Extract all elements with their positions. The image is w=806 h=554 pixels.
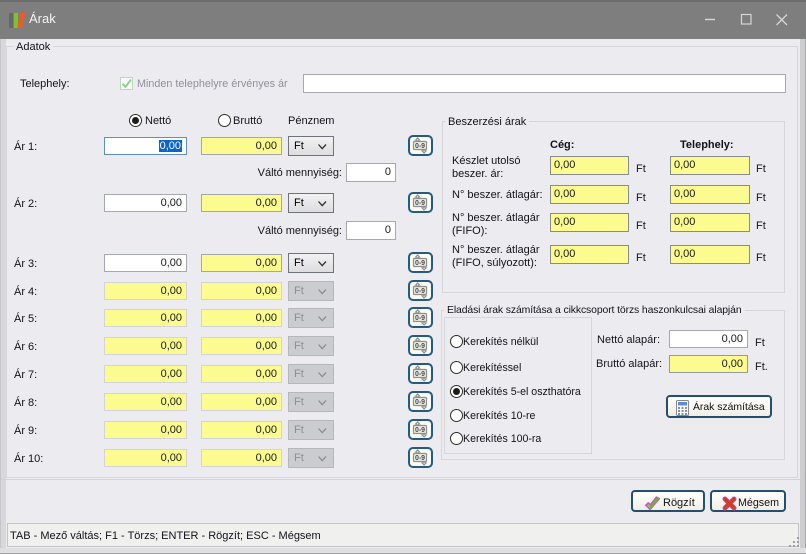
svg-text:0-9: 0-9 (415, 315, 425, 322)
svg-text:0-9: 0-9 (415, 200, 425, 207)
svg-text:0-9: 0-9 (415, 343, 425, 350)
svg-text:0-9: 0-9 (415, 427, 425, 434)
svg-text:0-9: 0-9 (415, 143, 425, 150)
svg-text:0-9: 0-9 (415, 371, 425, 378)
svg-text:0-9: 0-9 (415, 288, 425, 295)
svg-text:0-9: 0-9 (415, 260, 425, 267)
svg-text:0-9: 0-9 (415, 399, 425, 406)
svg-text:0-9: 0-9 (415, 455, 425, 462)
